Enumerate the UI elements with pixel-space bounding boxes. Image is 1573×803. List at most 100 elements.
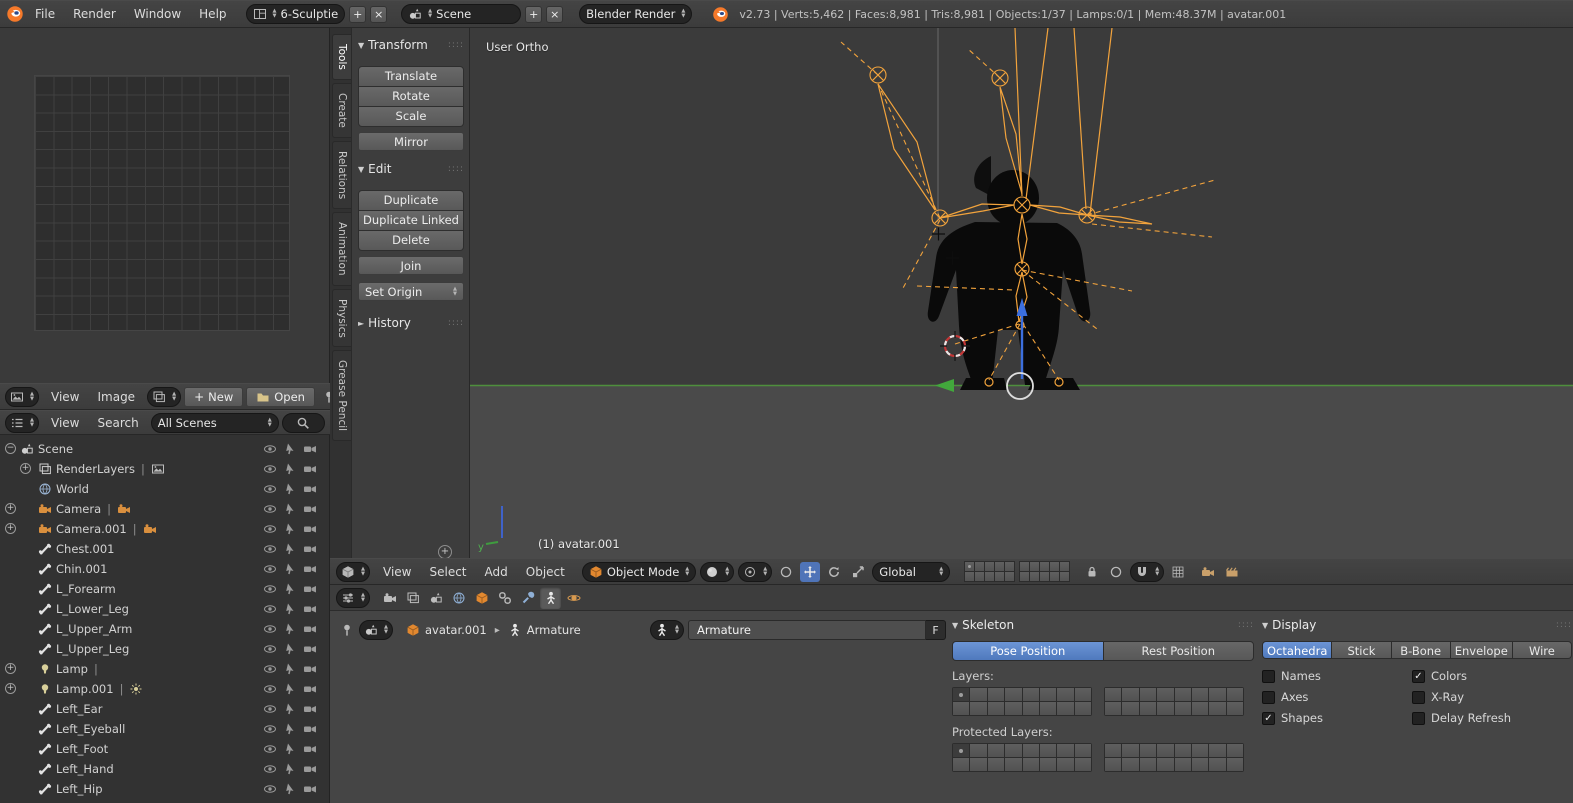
visibility-eye-icon[interactable] (263, 762, 277, 776)
renderable-camera-icon[interactable] (303, 542, 317, 556)
scene-layer-7[interactable] (1040, 572, 1049, 581)
new-image-button[interactable]: New (184, 387, 243, 407)
props-tab-render[interactable] (379, 587, 400, 609)
selectable-pointer-icon[interactable] (283, 742, 297, 756)
manipulator-scale-toggle[interactable] (848, 562, 868, 582)
checkbox-names[interactable]: Names (1262, 669, 1412, 683)
layer-toggle-9[interactable] (1122, 758, 1138, 771)
join-button[interactable]: Join (358, 256, 464, 275)
layer-toggle-9[interactable] (1122, 702, 1138, 715)
image-browse-select[interactable] (147, 387, 181, 407)
fake-user-button[interactable]: F (926, 620, 946, 640)
checkbox-delay-refresh[interactable]: Delay Refresh (1412, 711, 1511, 725)
scene-layer-5[interactable] (1020, 572, 1029, 581)
selectable-pointer-icon[interactable] (283, 662, 297, 676)
panel-drag-icon[interactable] (1238, 620, 1254, 630)
outliner-row-lamp[interactable]: +Lamp (0, 659, 329, 679)
protected-layers-grid-2[interactable] (1104, 743, 1244, 772)
viewport-canvas[interactable] (470, 28, 1573, 558)
visibility-eye-icon[interactable] (263, 722, 277, 736)
uv-menu-image[interactable]: Image (88, 390, 144, 404)
expand-toggle-icon[interactable]: + (5, 503, 16, 514)
renderable-camera-icon[interactable] (303, 582, 317, 596)
layer-toggle-2[interactable] (1140, 744, 1156, 757)
layer-toggle-14[interactable] (1209, 702, 1225, 715)
scene-layer-9[interactable] (1005, 572, 1014, 581)
button-duplicate-linked[interactable]: Duplicate Linked (359, 211, 463, 230)
button-translate[interactable]: Translate (359, 67, 463, 86)
visibility-eye-icon[interactable] (263, 522, 277, 536)
outliner-row-chin-001[interactable]: Chin.001 (0, 559, 329, 579)
checkbox-box-icon[interactable] (1262, 691, 1275, 704)
renderable-camera-icon[interactable] (303, 722, 317, 736)
layer-toggle-0[interactable] (1105, 744, 1121, 757)
top-menu-help[interactable]: Help (190, 7, 235, 21)
shelf-expand-icon[interactable] (438, 545, 452, 559)
panel-drag-icon[interactable] (448, 40, 464, 50)
scene-layer-8[interactable] (1050, 572, 1059, 581)
layer-toggle-5[interactable] (1040, 744, 1056, 757)
layers-block-1[interactable] (964, 561, 1015, 582)
display-type-b-bone[interactable]: B-Bone (1392, 642, 1450, 658)
breadcrumb-data[interactable]: Armature (527, 623, 581, 637)
layer-toggle-6[interactable] (1209, 688, 1225, 701)
props-tab-constraints[interactable] (494, 587, 515, 609)
display-type-octahedra[interactable]: Octahedra (1263, 642, 1331, 658)
renderable-camera-icon[interactable] (303, 742, 317, 756)
selectable-pointer-icon[interactable] (283, 762, 297, 776)
datablock-name-field[interactable]: Armature (688, 620, 926, 640)
layer-toggle-14[interactable] (1209, 758, 1225, 771)
layer-toggle-13[interactable] (1192, 702, 1208, 715)
top-menu-file[interactable]: File (26, 7, 64, 21)
layer-toggle-3[interactable] (1005, 744, 1021, 757)
layer-toggle-3[interactable] (1005, 688, 1021, 701)
layer-toggle-2[interactable] (988, 688, 1004, 701)
layer-toggle-11[interactable] (1157, 758, 1173, 771)
selectable-pointer-icon[interactable] (283, 682, 297, 696)
outliner-row-chest-001[interactable]: Chest.001 (0, 539, 329, 559)
expand-toggle-icon[interactable]: + (5, 523, 16, 534)
selectable-pointer-icon[interactable] (283, 562, 297, 576)
layer-toggle-13[interactable] (1040, 702, 1056, 715)
visibility-eye-icon[interactable] (263, 602, 277, 616)
layer-toggle-7[interactable] (1075, 688, 1091, 701)
renderable-camera-icon[interactable] (303, 702, 317, 716)
layer-toggle-7[interactable] (1227, 744, 1243, 757)
visibility-eye-icon[interactable] (263, 502, 277, 516)
layer-toggle-14[interactable] (1057, 702, 1073, 715)
visibility-eye-icon[interactable] (263, 702, 277, 716)
layer-toggle-8[interactable] (953, 758, 969, 771)
manipulator-rotate-toggle[interactable] (824, 562, 844, 582)
checkbox-colors[interactable]: ✓Colors (1412, 669, 1511, 683)
props-tab-scene[interactable] (425, 587, 446, 609)
view3d-menu-select[interactable]: Select (420, 565, 475, 579)
props-tab-physics[interactable] (563, 587, 584, 609)
outliner-row-l-upper-arm[interactable]: L_Upper_Arm (0, 619, 329, 639)
scene-layer-4[interactable] (1060, 562, 1069, 571)
layer-toggle-4[interactable] (1175, 744, 1191, 757)
render-engine-select[interactable]: Blender Render (579, 4, 692, 24)
delete-screen-button[interactable] (370, 6, 387, 23)
layer-toggle-8[interactable] (1105, 758, 1121, 771)
renderable-camera-icon[interactable] (303, 762, 317, 776)
visibility-eye-icon[interactable] (263, 562, 277, 576)
selectable-pointer-icon[interactable] (283, 462, 297, 476)
protected-layers-grid-1[interactable] (952, 743, 1092, 772)
shelf-tab-grease-pencil[interactable]: Grease Pencil (332, 350, 351, 441)
editor-type-selector[interactable] (336, 588, 370, 608)
expand-toggle-icon[interactable]: + (5, 683, 16, 694)
outliner-row-left-hip[interactable]: Left_Hip (0, 779, 329, 799)
layer-toggle-6[interactable] (1057, 744, 1073, 757)
selectable-pointer-icon[interactable] (283, 482, 297, 496)
blender-app-menu-icon[interactable] (6, 5, 24, 23)
layer-toggle-14[interactable] (1057, 758, 1073, 771)
scene-layer-6[interactable] (975, 572, 984, 581)
layer-toggle-11[interactable] (1005, 758, 1021, 771)
bone-layers-grid-2[interactable] (1104, 687, 1244, 716)
button-rotate[interactable]: Rotate (359, 87, 463, 106)
checkbox-box-icon[interactable]: ✓ (1412, 670, 1425, 683)
layer-toggle-10[interactable] (988, 702, 1004, 715)
layer-toggle-11[interactable] (1005, 702, 1021, 715)
set-origin-menu-button[interactable]: Set Origin (358, 282, 464, 301)
outliner-row-lamp-001[interactable]: +Lamp.001 (0, 679, 329, 699)
